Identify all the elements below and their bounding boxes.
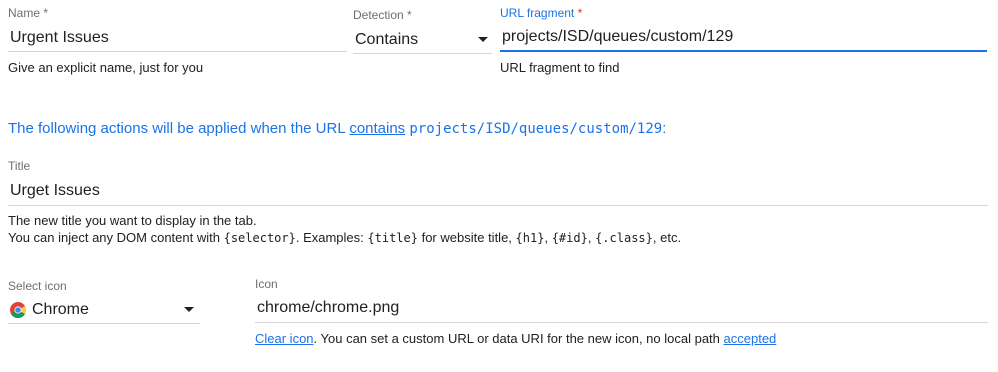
title-help-sep1: , <box>544 230 549 245</box>
select-icon-value: Chrome <box>32 300 89 318</box>
code-title: {title} <box>367 231 418 245</box>
url-fragment-required-mark: * <box>577 6 583 20</box>
select-icon-label: Select icon <box>8 279 67 293</box>
code-h1: {h1} <box>515 231 545 245</box>
title-help-sep2: , <box>587 230 592 245</box>
summary-prefix: The following actions will be applied wh… <box>8 120 346 137</box>
title-help-text-c: for website title, <box>421 230 512 245</box>
rule-summary: The following actions will be applied wh… <box>8 120 666 137</box>
detection-required-mark: * <box>407 8 412 22</box>
icon-help-text: . You can set a custom URL or data URI f… <box>313 331 720 346</box>
title-help: The new title you want to display in the… <box>8 212 681 247</box>
icon-label: Icon <box>255 277 278 291</box>
chevron-down-icon <box>478 37 488 42</box>
icon-input-value: chrome/chrome.png <box>257 299 400 316</box>
url-fragment-input[interactable]: projects/ISD/queues/custom/129 <box>500 24 987 52</box>
title-help-text-b: . Examples: <box>295 230 364 245</box>
icon-input[interactable]: chrome/chrome.png <box>255 294 988 323</box>
title-help-line1: The new title you want to display in the… <box>8 213 257 228</box>
detection-label-text: Detection <box>353 8 404 22</box>
title-help-text-d: , etc. <box>652 230 682 245</box>
name-input[interactable]: Urgent Issues <box>8 24 347 52</box>
title-label: Title <box>8 159 31 173</box>
title-input-value: Urget Issues <box>10 181 100 199</box>
select-icon-dropdown[interactable]: Chrome <box>8 296 200 324</box>
title-help-text-a: You can inject any DOM content with <box>8 230 220 245</box>
contains-link[interactable]: contains <box>349 120 405 137</box>
name-input-value: Urgent Issues <box>10 28 109 46</box>
url-fragment-input-value: projects/ISD/queues/custom/129 <box>502 28 734 45</box>
clear-icon-link[interactable]: Clear icon <box>255 331 314 346</box>
name-label-text: Name <box>8 6 41 20</box>
name-required-mark: * <box>43 6 49 20</box>
summary-url-code: projects/ISD/queues/custom/129 <box>409 121 663 137</box>
code-id: {#id} <box>551 231 588 245</box>
title-input[interactable]: Urget Issues <box>8 176 988 206</box>
title-help-line2: You can inject any DOM content with {sel… <box>8 229 681 247</box>
code-selector: {selector} <box>223 231 296 245</box>
chrome-icon <box>10 301 26 318</box>
name-label: Name * <box>8 6 48 20</box>
detection-select-value: Contains <box>355 30 419 48</box>
accepted-link[interactable]: accepted <box>724 331 777 346</box>
detection-label: Detection * <box>353 8 412 22</box>
select-icon-selected: Chrome <box>10 301 89 319</box>
name-help: Give an explicit name, just for you <box>8 60 204 75</box>
detection-select[interactable]: Contains <box>353 26 492 54</box>
code-class: {.class} <box>595 231 653 245</box>
chevron-down-icon <box>184 307 194 312</box>
url-fragment-label: URL fragment * <box>500 6 582 20</box>
summary-suffix: : <box>662 120 667 137</box>
icon-help: Clear icon. You can set a custom URL or … <box>255 331 776 346</box>
url-fragment-label-text: URL fragment <box>500 6 575 20</box>
url-fragment-help: URL fragment to find <box>500 60 620 75</box>
